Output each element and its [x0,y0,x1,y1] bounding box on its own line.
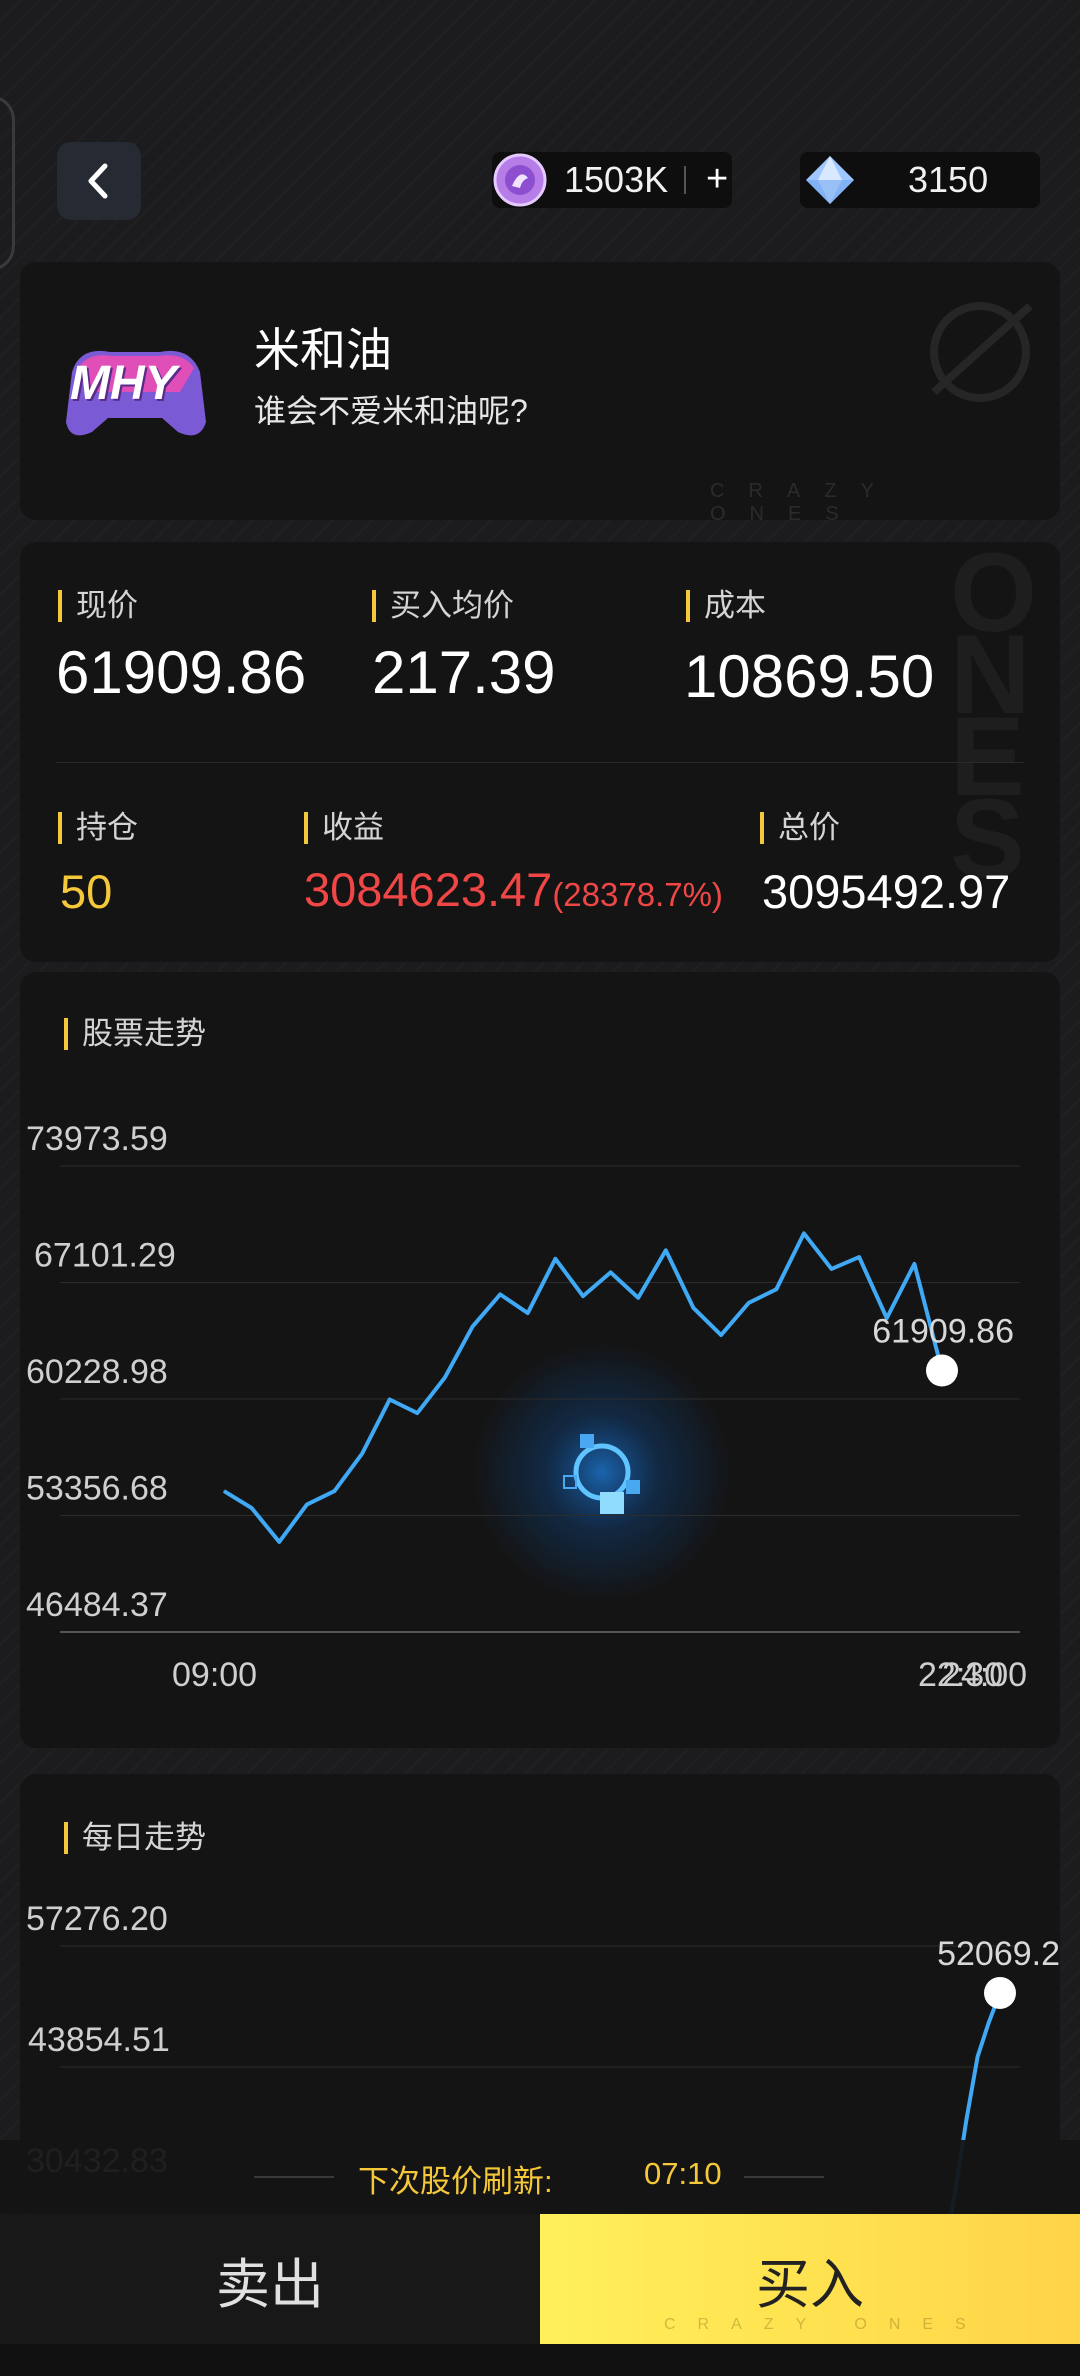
loading-pixel [580,1434,594,1448]
data-point [988,2021,990,2023]
bottom-bar [0,2344,1080,2376]
data-point [775,1288,777,1290]
stock-subtitle: 谁会不爱米和油呢? [254,393,528,429]
divider [684,166,686,194]
gem-balance: 3150 [800,152,1040,208]
data-point [361,1453,363,1455]
refresh-bar: 下次股价刷新: 07:10 [0,2140,1080,2214]
buy-label: 买入 [756,2254,864,2315]
cost-label: 成本 [686,590,766,622]
data-point [582,1295,584,1297]
data-point [554,1258,556,1260]
stock-name: 米和油 [254,324,392,376]
coin-value: 1503K [564,159,669,200]
data-point [692,1307,694,1309]
y-tick-label: 67101.29 [34,1237,176,1275]
game-logo: MHY [60,332,210,452]
refresh-divider-left [254,2176,334,2178]
data-point [720,1334,722,1336]
sell-label: 卖出 [216,2254,324,2315]
buy-button[interactable]: 买入 CRAZY ONES [540,2214,1080,2344]
data-point [278,1541,280,1543]
data-point [306,1504,308,1506]
data-point [913,1263,915,1265]
edge-decoration [0,95,15,271]
profit-value: 3084623.47 [304,863,553,916]
last-value-label: 61909.86 [872,1313,1014,1351]
profit-label: 收益 [304,812,384,844]
add-coin-button[interactable]: + [706,158,728,201]
data-point [977,2056,979,2058]
x-tick-label: 09:00 [172,1656,257,1694]
data-point [251,1507,253,1509]
refresh-time: 07:10 [644,2156,722,2191]
data-point [333,1490,335,1492]
profile-card: CRAZY ONES MHY 米和油 谁会不爱米和油呢? [20,262,1060,525]
current-price-label: 现价 [58,590,138,622]
refresh-divider-right [744,2176,824,2178]
data-point [665,1249,667,1251]
y-tick-label: 73973.59 [26,1120,168,1158]
data-point [499,1293,501,1295]
current-price-value: 61909.86 [56,639,307,706]
refresh-label: 下次股价刷新: [358,2164,553,2199]
coin-icon [493,153,547,207]
loading-glow [472,1342,732,1602]
profit-value-group: 3084623.47(28378.7%) [304,862,723,917]
data-point [858,1256,860,1258]
holding-label: 持仓 [58,812,138,844]
watermark-vertical: ONES [950,530,1038,901]
last-point-marker[interactable] [926,1354,958,1387]
stock-trend-chart: 73973.59 67101.29 60228.98 53356.68 46484.37… [26,1120,1027,1694]
buy-watermark: CRAZY ONES [664,2316,988,2333]
data-point [610,1271,612,1273]
data-point [416,1412,418,1414]
sell-button[interactable]: 卖出 [0,2214,540,2344]
data-point [637,1297,639,1299]
data-point [803,1232,805,1234]
y-tick-label: 57276.20 [26,1900,168,1938]
last-point-marker[interactable] [984,1976,1016,2009]
cost-value: 10869.50 [684,643,935,710]
y-tick-label: 43854.51 [28,2021,170,2059]
data-point [527,1312,529,1314]
chevron-left-icon [88,163,108,199]
profit-percent: (28378.7%) [552,876,723,913]
holding-value: 50 [60,865,113,918]
total-label: 总价 [760,812,840,844]
stats-card: ONES 现价 61909.86 买入均价 217.39 成本 10869.50… [20,530,1060,962]
avg-buy-value: 217.39 [372,639,556,706]
data-point [389,1398,391,1400]
gem-value: 3150 [908,159,989,200]
diamond-icon [806,156,854,204]
data-point [444,1376,446,1378]
y-tick-label: 60228.98 [26,1353,168,1391]
stock-trend-card: 股票走势 73973.59 67101.29 60228.98 53356.68 464… [20,972,1060,1748]
coin-balance: 1503K + [492,152,732,208]
avg-buy-label: 买入均价 [372,590,514,622]
profile-watermark: CRAZY ONES [710,480,898,525]
logo-text: MHY [70,357,177,410]
data-point [472,1326,474,1328]
y-tick-label: 53356.68 [26,1470,168,1508]
x-tick-label: 24:00 [942,1656,1027,1694]
loading-pixel [626,1480,640,1494]
data-point [223,1490,225,1492]
data-point [831,1268,833,1270]
data-point [748,1302,750,1304]
watermark-emblem-icon [930,302,1033,402]
back-button[interactable] [57,142,141,220]
last-value-label: 52069.2 [937,1935,1060,1973]
y-tick-label: 46484.37 [26,1586,168,1624]
data-point [965,2119,967,2121]
loading-pixel [600,1492,624,1514]
stats-divider [56,762,1024,763]
total-value: 3095492.97 [762,865,1011,918]
